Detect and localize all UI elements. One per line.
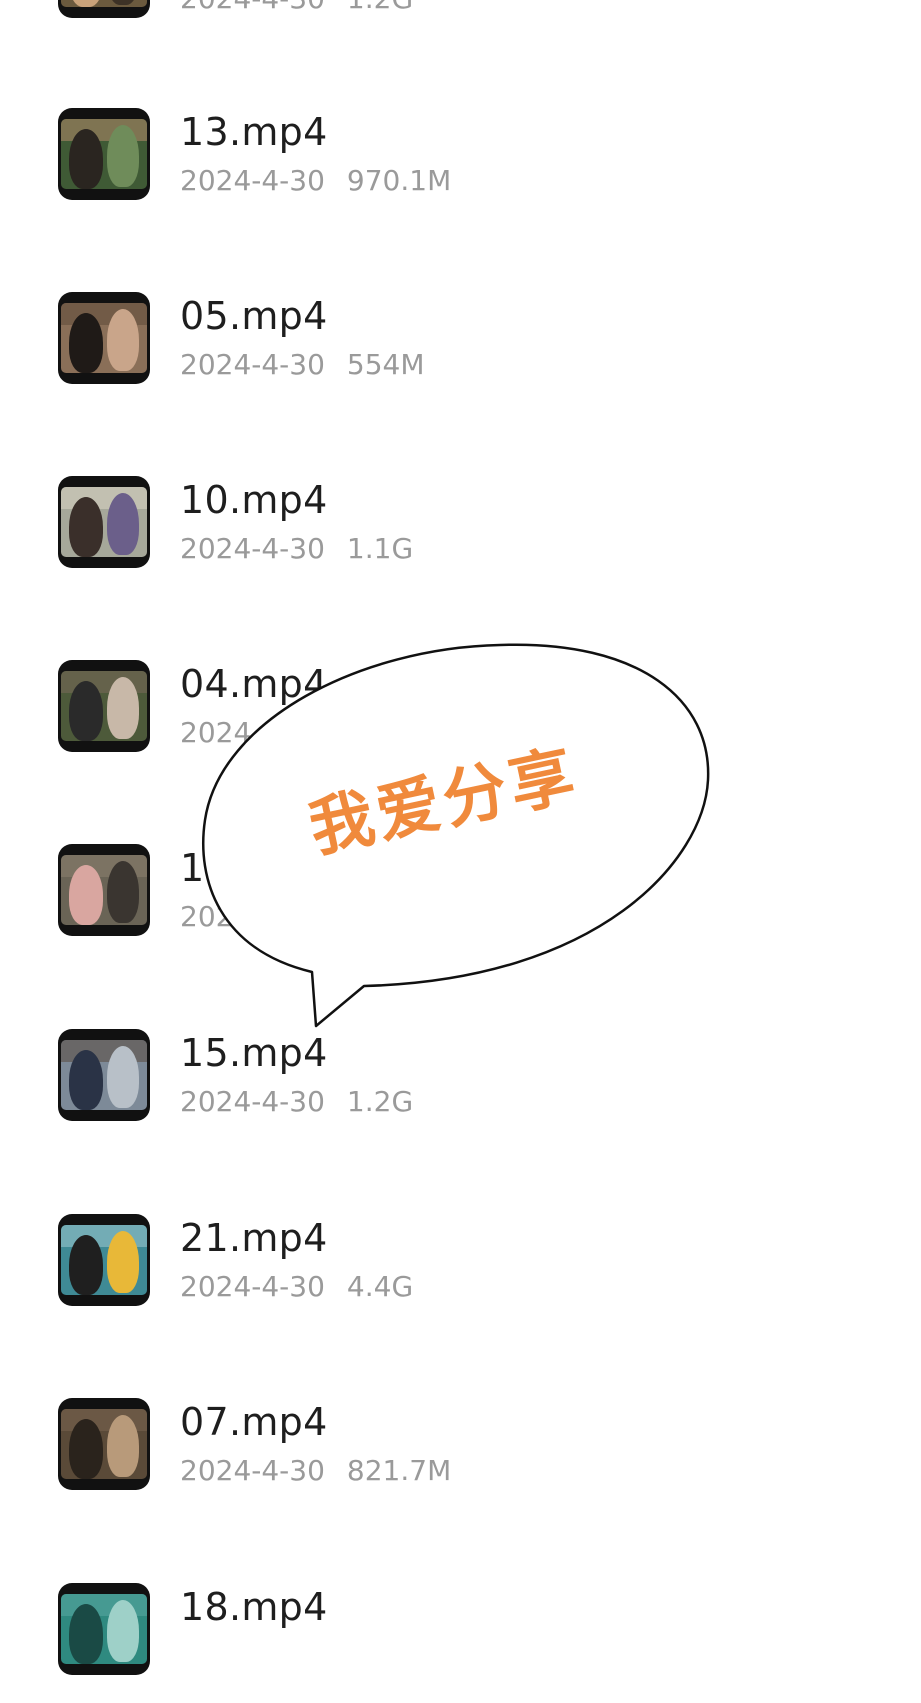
file-meta: 2024-4-30 4.4G <box>180 1270 413 1304</box>
thumbnail-figure <box>107 1600 139 1662</box>
file-meta: 2024-4-30 554M <box>180 348 425 382</box>
thumbnail-figure <box>69 1419 103 1479</box>
thumbnail-figure <box>107 677 139 739</box>
thumbnail-figure <box>107 493 139 555</box>
list-item[interactable]: 18.mp4 <box>0 1583 921 1703</box>
list-item[interactable]: 2024-4-30 1.2G <box>0 0 921 46</box>
file-size: 970.1M <box>346 164 452 197</box>
list-item[interactable]: 13.mp4 2024-4-30 970.1M <box>0 108 921 228</box>
video-thumbnail <box>58 844 150 936</box>
thumbnail-figure <box>69 1235 103 1295</box>
thumbnail-figure <box>69 0 103 7</box>
file-date: 2024-4-30 <box>180 1270 325 1303</box>
file-date: 2024-4-30 <box>180 1454 325 1487</box>
file-name: 1 <box>180 846 205 890</box>
file-date: 202 <box>180 900 234 933</box>
thumbnail-figure <box>107 0 139 5</box>
list-item[interactable]: 15.mp4 2024-4-30 1.2G <box>0 1029 921 1149</box>
file-size: 821.7M <box>346 1454 452 1487</box>
list-item[interactable]: 07.mp4 2024-4-30 821.7M <box>0 1398 921 1518</box>
file-name: 04.mp4 <box>180 662 328 706</box>
thumbnail-figure <box>69 497 103 557</box>
list-item[interactable]: 21.mp4 2024-4-30 4.4G <box>0 1214 921 1334</box>
video-thumbnail <box>58 1398 150 1490</box>
file-size: 1.2G <box>347 0 413 15</box>
video-thumbnail <box>58 1029 150 1121</box>
file-name: 21.mp4 <box>180 1216 328 1260</box>
thumbnail-figure <box>107 309 139 371</box>
list-item[interactable]: 10.mp4 2024-4-30 1.1G <box>0 476 921 596</box>
video-thumbnail <box>58 660 150 752</box>
file-size: 554M <box>346 348 425 381</box>
thumbnail-figure <box>107 1231 139 1293</box>
thumbnail-figure <box>107 1415 139 1477</box>
file-date: 2024-4-30 <box>180 348 325 381</box>
file-name: 07.mp4 <box>180 1400 328 1444</box>
file-meta: 2024-4-30 1.2G <box>180 1085 413 1119</box>
file-size: 1.2G <box>346 1085 414 1118</box>
file-size: 1.1G <box>346 532 414 565</box>
thumbnail-figure <box>69 1604 103 1664</box>
thumbnail-figure <box>69 865 103 925</box>
file-date: 2024-4-30 <box>180 0 325 15</box>
file-date: 2024-4-30 <box>180 532 325 565</box>
video-thumbnail <box>58 0 150 18</box>
video-thumbnail <box>58 476 150 568</box>
file-list: 2024-4-30 1.2G 13.mp4 2024-4-30 970.1M 05.… <box>0 0 921 1675</box>
file-meta: 2024-4-30 821.7M <box>180 1454 451 1488</box>
file-date: 2024-4-30 <box>180 716 325 749</box>
thumbnail-figure <box>107 1046 139 1108</box>
thumbnail-figure <box>69 681 103 741</box>
file-meta: 2024-4-30 1.1G <box>180 532 413 566</box>
video-thumbnail <box>58 292 150 384</box>
thumbnail-figure <box>107 861 139 923</box>
file-name: 15.mp4 <box>180 1031 328 1075</box>
file-name: 13.mp4 <box>180 110 328 154</box>
list-item[interactable]: 05.mp4 2024-4-30 554M <box>0 292 921 412</box>
thumbnail-figure <box>69 313 103 373</box>
file-name: 05.mp4 <box>180 294 328 338</box>
file-size: 4.4G <box>346 1270 414 1303</box>
video-thumbnail <box>58 1583 150 1675</box>
thumbnail-figure <box>69 129 103 189</box>
video-thumbnail <box>58 1214 150 1306</box>
file-meta: 2024-4-30 970.1M <box>180 164 451 198</box>
file-name: 18.mp4 <box>180 1585 328 1629</box>
thumbnail-figure <box>69 1050 103 1110</box>
thumbnail-figure <box>107 125 139 187</box>
list-item[interactable]: 04.mp4 2024-4-30 <box>0 660 921 780</box>
file-meta: 202 <box>180 900 233 934</box>
file-meta: 2024-4-30 1.2G <box>180 0 413 16</box>
file-name: 10.mp4 <box>180 478 328 522</box>
file-meta: 2024-4-30 <box>180 716 325 750</box>
file-date: 2024-4-30 <box>180 1085 325 1118</box>
file-date: 2024-4-30 <box>180 164 325 197</box>
video-thumbnail <box>58 108 150 200</box>
list-item[interactable]: 1 202 <box>0 844 921 964</box>
